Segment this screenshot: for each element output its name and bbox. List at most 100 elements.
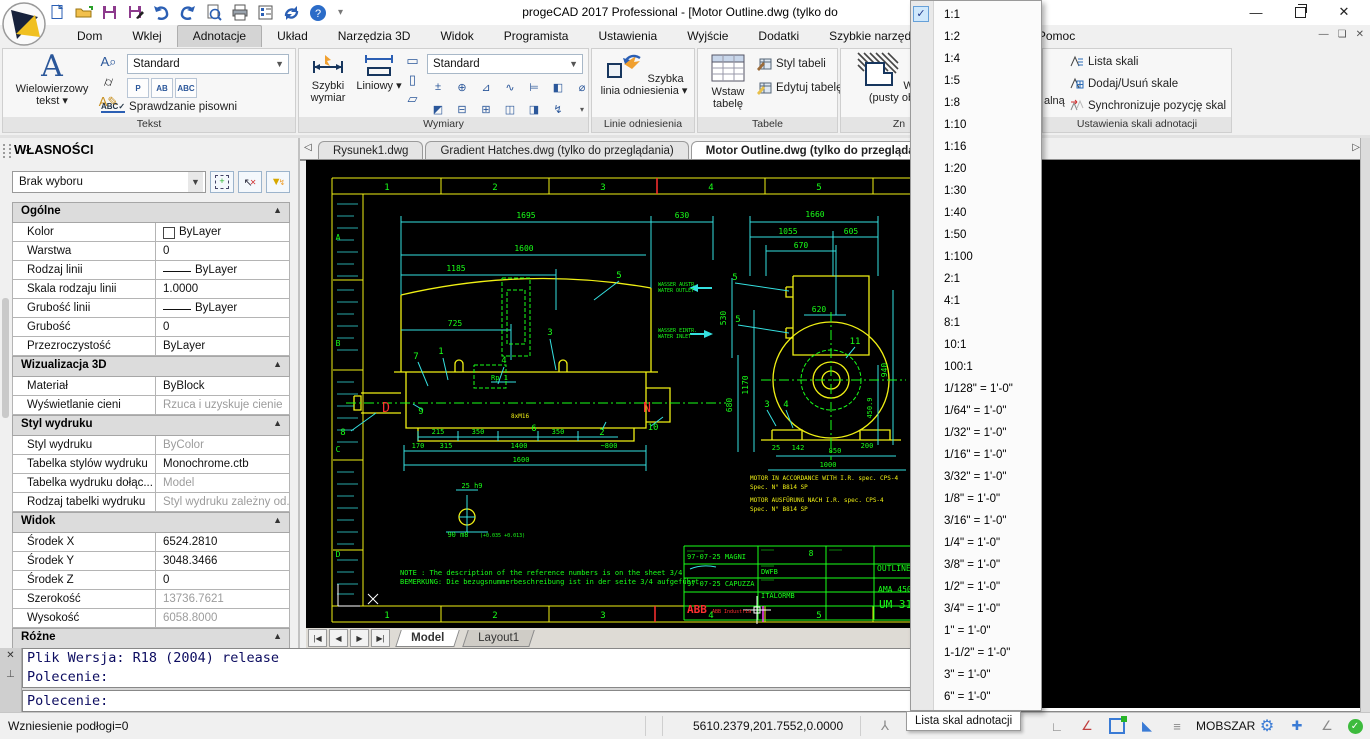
dim-tool-icon[interactable]: ◩ (427, 99, 449, 119)
drawing-canvas[interactable]: 1234512345ABCD16956301600118572521535035… (306, 160, 1360, 628)
scale-option[interactable]: ✓ 1:10 (911, 114, 1041, 136)
property-row[interactable]: KolorByLayer (12, 223, 290, 242)
ribbon-tab[interactable]: Wyjście (672, 25, 743, 47)
print-icon[interactable] (230, 3, 249, 22)
scale-option[interactable]: ✓ 8:1 (911, 312, 1041, 334)
tab-scroll-left-icon[interactable]: ◁ (304, 142, 312, 153)
scale-option[interactable]: ✓ 1:100 (911, 246, 1041, 268)
dim-tool-icon[interactable]: ⊞ (475, 99, 497, 119)
scale-option[interactable]: ✓ 100:1 (911, 356, 1041, 378)
scale-option[interactable]: ✓ 1:30 (911, 180, 1041, 202)
scale-option[interactable]: ✓ 6" = 1'-0" (911, 686, 1041, 708)
last-tab-icon[interactable]: ▶| (371, 629, 390, 647)
property-row[interactable]: Grubość liniiByLayer (12, 299, 290, 318)
ribbon-tab[interactable]: Adnotacje (177, 25, 262, 47)
scale-option[interactable]: ✓ 2:1 (911, 268, 1041, 290)
dim-baseline-icon[interactable]: ▯ (403, 71, 422, 89)
ortho-icon[interactable]: ∟ (1044, 716, 1070, 736)
dim-tool-icon[interactable]: ◫ (499, 99, 521, 119)
property-row[interactable]: Tabelka stylów wydrukuMonochrome.ctb (12, 455, 290, 474)
mdi-restore-icon[interactable]: ❏ (1338, 29, 1347, 40)
binoculars-icon[interactable]: ⌭ (99, 73, 118, 91)
property-row[interactable]: Wyświetlanie cieniRzuca i uzyskuje cieni… (12, 396, 290, 415)
lineweight-icon[interactable]: ≡ (1164, 716, 1190, 736)
text-style-combo[interactable]: Standard▼ (127, 54, 289, 74)
restore-button[interactable] (1278, 2, 1322, 22)
palette-scrollbar[interactable] (2, 298, 9, 418)
section-header[interactable]: Ogólne▲ (12, 202, 290, 223)
axis-tripod-icon[interactable]: ⅄ (872, 716, 898, 736)
property-row[interactable]: Skala rodzaju linii1.0000 (12, 280, 290, 299)
dim-tool-icon[interactable]: ± (427, 77, 449, 97)
scale-option[interactable]: ✓ 3/32" = 1'-0" (911, 466, 1041, 488)
spell-check-button[interactable]: ABC✓ Sprawdzanie pisowni (101, 101, 237, 113)
scale-option[interactable]: ✓ 1:1 (911, 4, 1041, 26)
palette-grip[interactable] (3, 144, 11, 158)
undo-icon[interactable] (152, 3, 171, 22)
scale-option[interactable]: ✓ 1:8 (911, 92, 1041, 114)
toggle-pickadd-button[interactable]: ▼↯ (266, 171, 290, 193)
ribbon-tab[interactable]: Układ (262, 25, 323, 47)
close-command-icon[interactable]: ✕ (0, 650, 21, 661)
close-button[interactable]: ✕ (1322, 2, 1366, 22)
dim-tool-icon[interactable]: ↯ (547, 99, 569, 119)
otrack-icon[interactable]: ◣ (1134, 716, 1160, 736)
ribbon-tab[interactable]: Programista (489, 25, 584, 47)
property-row[interactable]: Środek X6524.2810 (12, 533, 290, 552)
tab-scroll-right-icon[interactable]: ▷ (1352, 142, 1360, 153)
quick-dimension-button[interactable]: Szybki wymiar (301, 53, 355, 104)
property-row[interactable]: Środek Y3048.3466 (12, 552, 290, 571)
document-tab[interactable]: Rysunek1.dwg (318, 141, 423, 159)
property-row[interactable]: Środek Z0 (12, 571, 290, 590)
section-header[interactable]: Różne▲ (12, 628, 290, 648)
scale-option[interactable]: ✓ 1:2 (911, 26, 1041, 48)
settings-gear-icon[interactable]: ⚙ (1254, 716, 1280, 736)
chevron-down-icon[interactable]: ▾ (571, 99, 593, 119)
scale-option[interactable]: ✓ 3/8" = 1'-0" (911, 554, 1041, 576)
app-logo-icon[interactable] (2, 1, 46, 52)
edit-table-button[interactable]: Edytuj tabelę (756, 81, 843, 95)
mdi-minimize-icon[interactable]: — (1319, 29, 1329, 40)
scale-option[interactable]: ✓ 1/128" = 1'-0" (911, 378, 1041, 400)
property-row[interactable]: PrzezroczystośćByLayer (12, 337, 290, 356)
options-icon[interactable] (256, 3, 275, 22)
angle-snap-icon[interactable]: ∠ (1074, 716, 1100, 736)
scale-option[interactable]: ✓ 1/4" = 1'-0" (911, 532, 1041, 554)
section-header[interactable]: Styl wydruku▲ (12, 415, 290, 436)
property-row[interactable]: Rodzaj liniiByLayer (12, 261, 290, 280)
vertical-scrollbar[interactable] (1360, 138, 1370, 712)
property-row[interactable]: Styl wydrukuByColor (12, 436, 290, 455)
selection-combo[interactable]: Brak wyboru▼ (12, 171, 206, 193)
sync-icon[interactable] (282, 3, 301, 22)
scale-option[interactable]: ✓ 1/2" = 1'-0" (911, 576, 1041, 598)
add-scale-icon[interactable]: ✚ (1284, 716, 1310, 736)
new-file-icon[interactable] (48, 3, 67, 22)
mobszar-toggle[interactable]: MOBSZAR (1196, 719, 1255, 733)
mdi-close-icon[interactable]: ✕ (1356, 29, 1364, 40)
ribbon-tab[interactable]: Ustawienia (583, 25, 672, 47)
scale-option[interactable]: ✓ 1/64" = 1'-0" (911, 400, 1041, 422)
property-row[interactable]: Grubość0 (12, 318, 290, 337)
dim-tool-icon[interactable]: ⊨ (523, 77, 545, 97)
scale-option[interactable]: ✓ 3/16" = 1'-0" (911, 510, 1041, 532)
ribbon-tab[interactable]: Wklej (117, 25, 176, 47)
dim-tool-icon[interactable]: ◧ (547, 77, 569, 97)
scale-option[interactable]: ✓ 1:5 (911, 70, 1041, 92)
scale-option[interactable]: ✓ 10:1 (911, 334, 1041, 356)
scale-option[interactable]: ✓ 3" = 1'-0" (911, 664, 1041, 686)
scale-option[interactable]: ✓ 1/32" = 1'-0" (911, 422, 1041, 444)
ribbon-tab[interactable]: Narzędzia 3D (323, 25, 426, 47)
ribbon-tab[interactable]: Dodatki (743, 25, 814, 47)
document-tab[interactable]: Gradient Hatches.dwg (tylko do przegląda… (425, 141, 688, 159)
first-tab-icon[interactable]: |◀ (308, 629, 327, 647)
scale-list-button[interactable]: Lista skali (1069, 55, 1139, 68)
next-tab-icon[interactable]: ▶ (350, 629, 369, 647)
dynamic-input-icon[interactable]: ∠ (1314, 716, 1340, 736)
ready-check-icon[interactable]: ✓ (1342, 716, 1368, 736)
add-remove-scales-button[interactable]: Dodaj/Usuń skale (1069, 77, 1178, 90)
dim-tool-icon[interactable]: ⊟ (451, 99, 473, 119)
scale-option[interactable]: ✓ 1:40 (911, 202, 1041, 224)
section-header[interactable]: Wizualizacja 3D▲ (12, 356, 290, 377)
paragraph-icon[interactable]: P (127, 78, 149, 98)
redo-icon[interactable] (178, 3, 197, 22)
